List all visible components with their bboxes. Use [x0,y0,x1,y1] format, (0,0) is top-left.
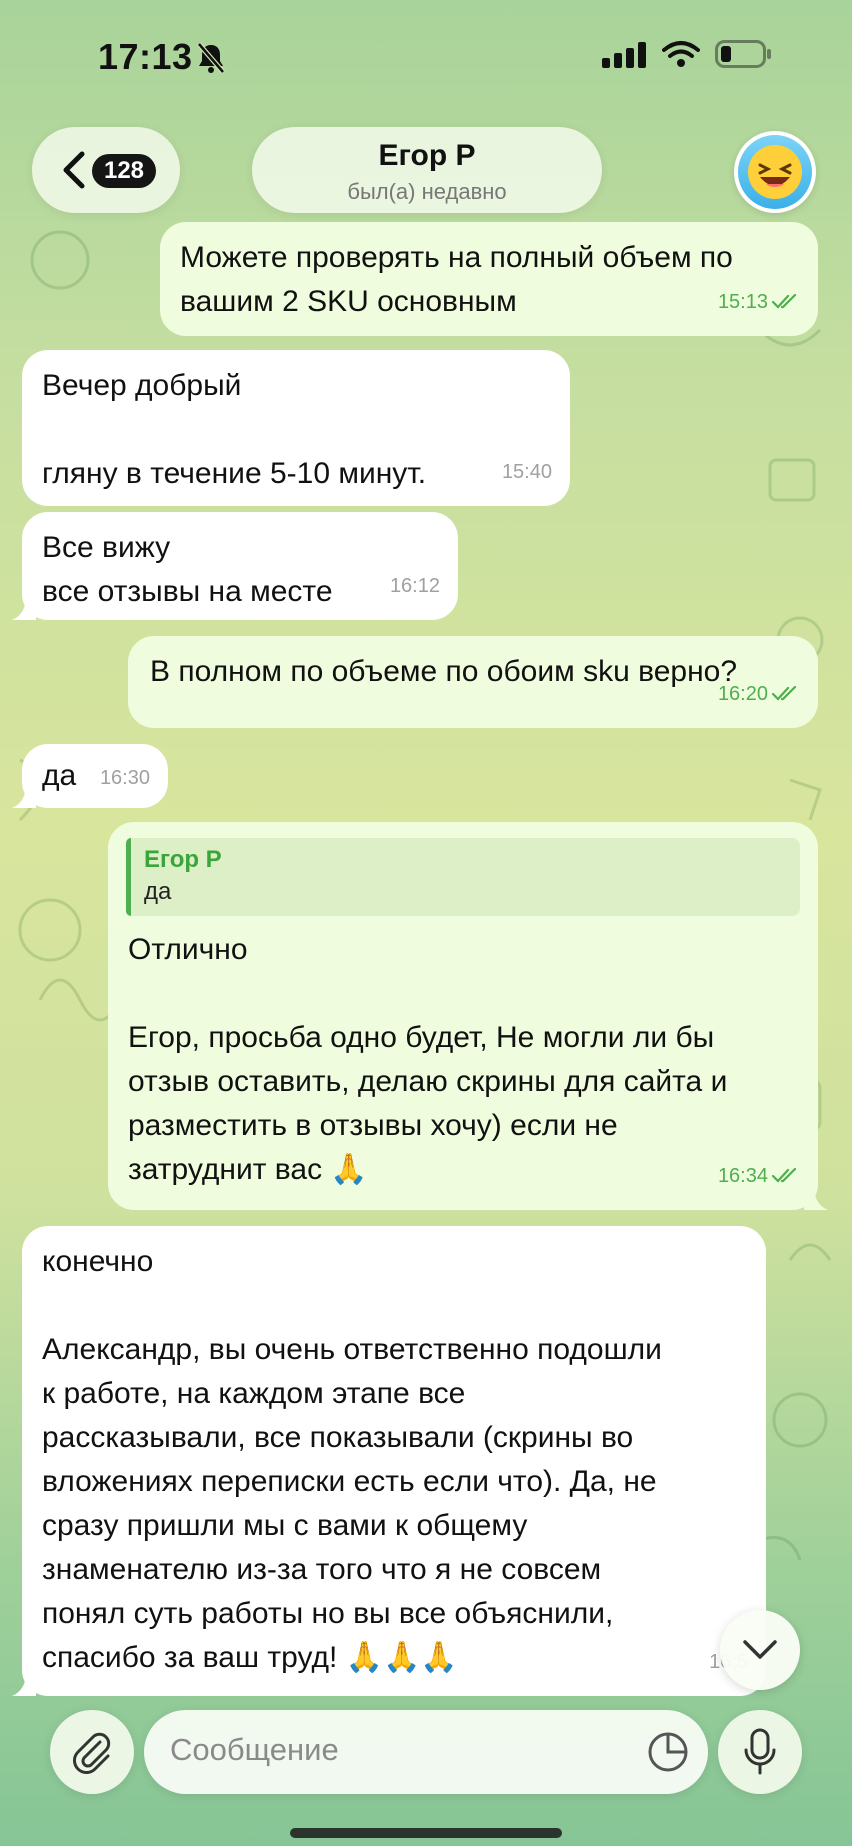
message-text: Вечер добрый гляну в течение 5-10 минут. [42,369,427,490]
paperclip-icon [73,1732,111,1774]
status-bar: 17:13 [0,0,852,110]
message-time: 16:12 [389,575,440,597]
double-check-icon [772,1168,797,1183]
bubble-tail [12,784,36,808]
message-text: Все вижу все отзывы на месте [42,531,333,608]
message-text: В полном по объеме по обоим sku верно? [150,655,738,688]
laughing-emoji-icon [748,145,802,199]
message-meta: 16:30 [100,756,150,800]
attach-button[interactable] [50,1710,134,1794]
message-bubble-incoming[interactable]: Все вижу все отзывы на месте 16:12 [12,512,458,620]
avatar[interactable] [734,131,816,213]
bubble-tail [12,596,36,620]
message-time: 16:34 [717,1165,768,1187]
message-input[interactable]: Сообщение [144,1710,708,1794]
message-time: 15:13 [717,291,768,313]
microphone-icon [744,1728,776,1775]
wifi-icon [662,41,700,67]
message-time: 16:30 [99,767,150,789]
double-check-icon [772,686,797,701]
sticker-icon[interactable] [646,1730,690,1774]
message-bubble-incoming[interactable]: конечно Александр, вы очень ответственно… [12,1226,766,1696]
reply-quote[interactable]: Егор Р да [126,838,800,916]
message-bubble-outgoing[interactable]: В полном по объеме по обоим sku верно? 1… [128,636,818,728]
message-text: конечно Александр, вы очень ответственно… [42,1245,662,1674]
chevron-down-icon [743,1640,777,1659]
scroll-to-bottom-button[interactable] [720,1610,800,1690]
home-indicator[interactable] [290,1828,562,1838]
message-bubble-outgoing[interactable]: Можете проверять на полный объем по ваши… [160,222,818,336]
status-time: 17:13 [98,36,193,77]
message-meta: 15:13 [718,280,800,324]
message-bubble-incoming[interactable]: Вечер добрый гляну в течение 5-10 минут.… [22,350,570,506]
bell-off-icon [197,42,225,74]
double-check-icon [772,294,797,309]
message-input-placeholder: Сообщение [170,1732,339,1767]
message-meta: 16:34 [718,1154,800,1198]
unread-count-badge[interactable]: 128 [92,154,156,188]
message-time: 15:40 [501,461,552,483]
message-text: Отлично Егор, просьба одно будет, Не мог… [128,933,728,1186]
chevron-left-icon[interactable] [60,150,86,190]
bubble-tail [12,1672,36,1696]
message-bubble-outgoing[interactable]: Егор Р да Отлично Егор, просьба одно буд… [108,822,828,1210]
reply-text: да [144,878,172,905]
reply-author: Егор Р [144,846,222,873]
microphone-button[interactable] [718,1710,802,1794]
message-meta: 16:12 [390,564,440,608]
message-meta: 15:40 [502,450,552,494]
contact-status: был(а) недавно [347,179,507,204]
message-text: Можете проверять на полный объем по ваши… [180,241,733,318]
message-bubble-incoming[interactable]: да 16:30 [12,744,168,808]
message-time: 16:20 [717,683,768,705]
contact-name: Егор Р [378,139,476,172]
battery-icon [715,40,771,68]
cellular-signal-icon [602,42,646,68]
chat-title[interactable]: Егор Р был(а) недавно [252,127,602,213]
bubble-tail [804,1186,828,1210]
message-meta: 16:20 [718,672,800,716]
